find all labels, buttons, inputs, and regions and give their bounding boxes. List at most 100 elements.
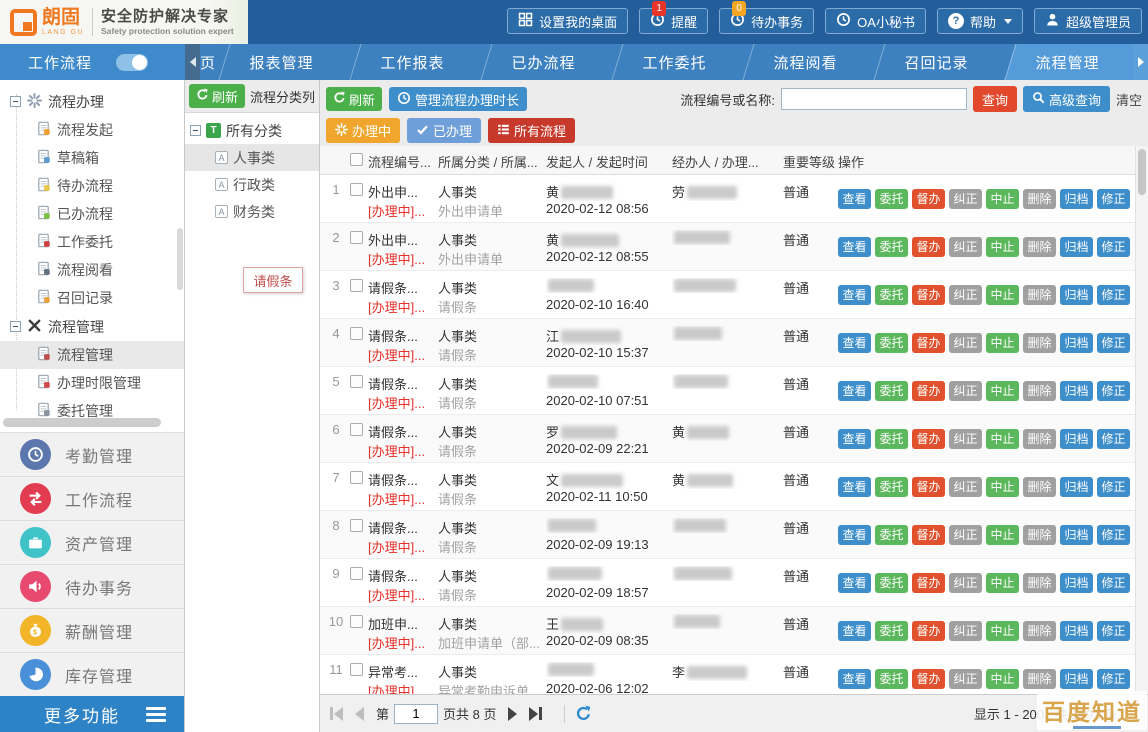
action-correct-button[interactable]: 纠正 <box>949 621 982 641</box>
sidebar-item-flow-read[interactable]: 流程阅看 <box>0 256 184 284</box>
action-amend-button[interactable]: 修正 <box>1097 477 1130 497</box>
action-supervise-button[interactable]: 督办 <box>912 237 945 257</box>
row-checkbox[interactable] <box>350 375 363 388</box>
first-page-button[interactable] <box>330 707 343 721</box>
filter-all-button[interactable]: 所有流程 <box>488 118 575 143</box>
action-correct-button[interactable]: 纠正 <box>949 429 982 449</box>
prev-page-button[interactable] <box>355 707 364 721</box>
collapse-icon[interactable] <box>190 125 201 136</box>
action-amend-button[interactable]: 修正 <box>1097 525 1130 545</box>
query-button[interactable]: 查询 <box>973 86 1017 112</box>
tab-scroll-right-button[interactable] <box>1133 44 1148 80</box>
action-archive-button[interactable]: 归档 <box>1060 285 1093 305</box>
action-abort-button[interactable]: 中止 <box>986 621 1019 641</box>
sidebar-toggle[interactable] <box>116 54 148 71</box>
tab-work-report[interactable]: 工作报表 <box>347 44 478 80</box>
action-amend-button[interactable]: 修正 <box>1097 621 1130 641</box>
tab-work-delegate[interactable]: 工作委托 <box>609 44 740 80</box>
action-correct-button[interactable]: 纠正 <box>949 573 982 593</box>
module-workflow[interactable]: 工作流程 <box>0 477 184 521</box>
scrollbar-thumb[interactable] <box>1138 149 1146 195</box>
collapse-icon[interactable] <box>10 321 21 332</box>
action-abort-button[interactable]: 中止 <box>986 669 1019 689</box>
action-delete-button[interactable]: 删除 <box>1023 333 1056 353</box>
action-abort-button[interactable]: 中止 <box>986 333 1019 353</box>
action-abort-button[interactable]: 中止 <box>986 285 1019 305</box>
action-delegate-button[interactable]: 委托 <box>875 621 908 641</box>
action-supervise-button[interactable]: 督办 <box>912 573 945 593</box>
action-supervise-button[interactable]: 督办 <box>912 669 945 689</box>
sidebar-item-work-delegate[interactable]: 工作委托 <box>0 228 184 256</box>
pagination-refresh-button[interactable] <box>575 705 592 722</box>
row-checkbox[interactable] <box>350 471 363 484</box>
tab-report-manage[interactable]: 报表管理 <box>216 44 347 80</box>
action-supervise-button[interactable]: 督办 <box>912 285 945 305</box>
tree-group-flow-management[interactable]: 流程管理 <box>0 312 184 341</box>
action-amend-button[interactable]: 修正 <box>1097 429 1130 449</box>
action-view-button[interactable]: 查看 <box>838 237 871 257</box>
help-button[interactable]: ? 帮助 <box>937 8 1023 34</box>
module-payroll[interactable]: $ 薪酬管理 <box>0 609 184 653</box>
refresh-button[interactable]: 刷新 <box>326 87 382 111</box>
sidebar-item-recall-records[interactable]: 召回记录 <box>0 284 184 312</box>
row-checkbox[interactable] <box>350 663 363 676</box>
action-correct-button[interactable]: 纠正 <box>949 477 982 497</box>
category-finance[interactable]: A 财务类 <box>185 198 319 225</box>
row-checkbox[interactable] <box>350 615 363 628</box>
action-delete-button[interactable]: 删除 <box>1023 381 1056 401</box>
clear-link[interactable]: 清空 <box>1116 90 1142 109</box>
tab-scroll-left-button[interactable] <box>185 44 200 80</box>
action-delete-button[interactable]: 删除 <box>1023 477 1056 497</box>
action-delegate-button[interactable]: 委托 <box>875 477 908 497</box>
action-view-button[interactable]: 查看 <box>838 381 871 401</box>
select-all-checkbox[interactable] <box>350 153 363 166</box>
action-archive-button[interactable]: 归档 <box>1060 237 1093 257</box>
action-correct-button[interactable]: 纠正 <box>949 237 982 257</box>
flow-search-input[interactable] <box>781 88 967 110</box>
action-amend-button[interactable]: 修正 <box>1097 573 1130 593</box>
action-archive-button[interactable]: 归档 <box>1060 621 1093 641</box>
tab-flow-manage[interactable]: 流程管理 <box>1002 44 1133 80</box>
action-supervise-button[interactable]: 督办 <box>912 429 945 449</box>
action-delegate-button[interactable]: 委托 <box>875 429 908 449</box>
action-archive-button[interactable]: 归档 <box>1060 669 1093 689</box>
action-correct-button[interactable]: 纠正 <box>949 381 982 401</box>
row-checkbox[interactable] <box>350 327 363 340</box>
row-checkbox[interactable] <box>350 519 363 532</box>
action-view-button[interactable]: 查看 <box>838 477 871 497</box>
action-correct-button[interactable]: 纠正 <box>949 189 982 209</box>
action-correct-button[interactable]: 纠正 <box>949 525 982 545</box>
tab-recall-records[interactable]: 召回记录 <box>871 44 1002 80</box>
collapse-icon[interactable] <box>10 96 21 107</box>
tab-done-flows[interactable]: 已办流程 <box>478 44 609 80</box>
module-assets[interactable]: 资产管理 <box>0 521 184 565</box>
action-amend-button[interactable]: 修正 <box>1097 237 1130 257</box>
action-delete-button[interactable]: 删除 <box>1023 621 1056 641</box>
action-amend-button[interactable]: 修正 <box>1097 285 1130 305</box>
action-delegate-button[interactable]: 委托 <box>875 333 908 353</box>
category-refresh-button[interactable]: 刷新 <box>189 84 245 108</box>
action-supervise-button[interactable]: 督办 <box>912 381 945 401</box>
tab-flow-read[interactable]: 流程阅看 <box>740 44 871 80</box>
action-delegate-button[interactable]: 委托 <box>875 525 908 545</box>
action-abort-button[interactable]: 中止 <box>986 525 1019 545</box>
row-checkbox[interactable] <box>350 567 363 580</box>
oa-secretary-button[interactable]: OA小秘书 <box>825 8 926 34</box>
action-abort-button[interactable]: 中止 <box>986 381 1019 401</box>
table-scrollbar[interactable] <box>1135 146 1148 694</box>
vertical-scrollbar[interactable] <box>177 228 183 290</box>
action-view-button[interactable]: 查看 <box>838 285 871 305</box>
last-page-button[interactable] <box>529 707 542 721</box>
row-checkbox[interactable] <box>350 183 363 196</box>
manage-duration-button[interactable]: 管理流程办理时长 <box>389 87 527 111</box>
action-view-button[interactable]: 查看 <box>838 429 871 449</box>
action-view-button[interactable]: 查看 <box>838 669 871 689</box>
sidebar-item-drafts[interactable]: 草稿箱 <box>0 144 184 172</box>
action-delegate-button[interactable]: 委托 <box>875 573 908 593</box>
action-abort-button[interactable]: 中止 <box>986 429 1019 449</box>
action-delegate-button[interactable]: 委托 <box>875 237 908 257</box>
row-checkbox[interactable] <box>350 423 363 436</box>
action-supervise-button[interactable]: 督办 <box>912 477 945 497</box>
module-attendance[interactable]: 考勤管理 <box>0 433 184 477</box>
action-archive-button[interactable]: 归档 <box>1060 573 1093 593</box>
